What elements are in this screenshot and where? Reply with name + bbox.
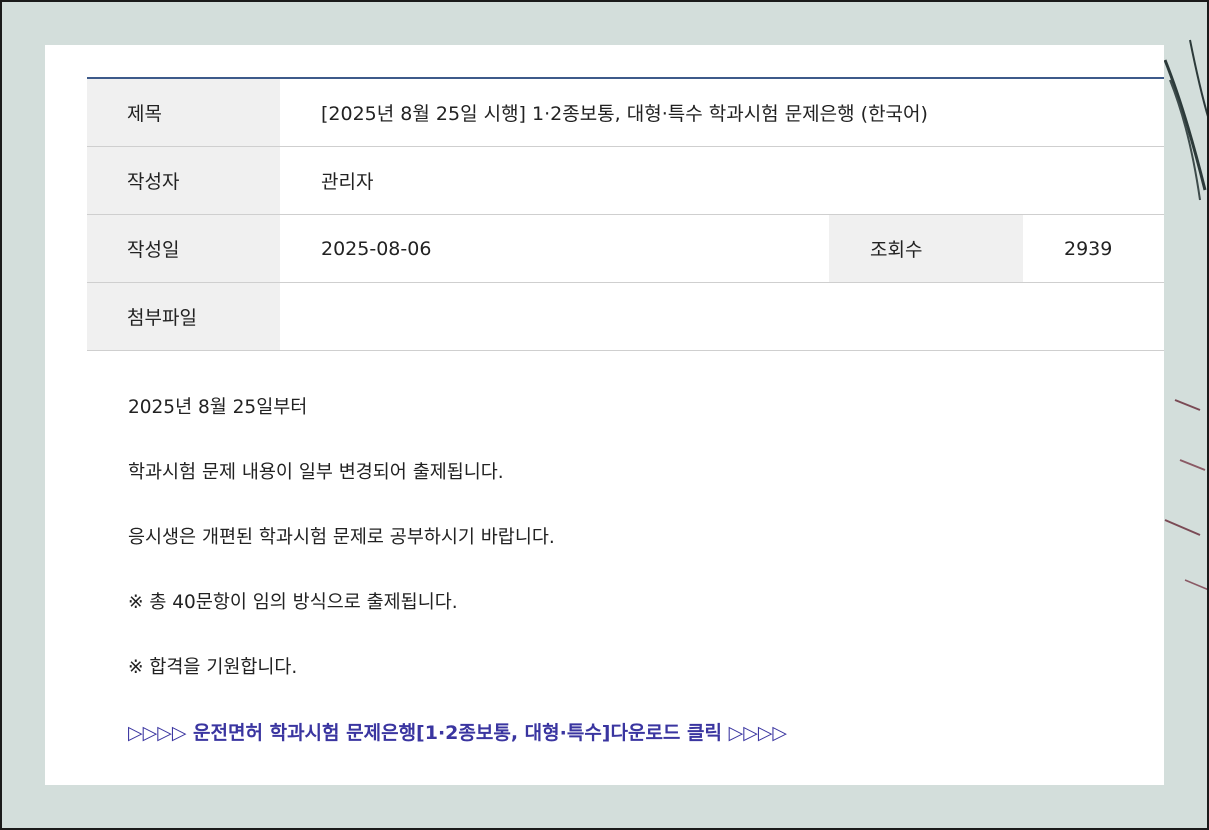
author-label: 작성자 xyxy=(87,146,280,215)
post-author: 관리자 xyxy=(280,146,1164,215)
date-row: 작성일 2025-08-06 조회수 2939 xyxy=(87,214,1164,283)
download-link[interactable]: ▷▷▷▷ 운전면허 학과시험 문제은행[1·2종보통, 대형·특수]다운로드 클… xyxy=(128,722,787,744)
post-info-table: 제목 [2025년 8월 25일 시행] 1·2종보통, 대형·특수 학과시험 … xyxy=(87,77,1164,351)
post-date: 2025-08-06 xyxy=(280,214,829,283)
post-view-panel: 제목 [2025년 8월 25일 시행] 1·2종보통, 대형·특수 학과시험 … xyxy=(45,45,1164,785)
title-row: 제목 [2025년 8월 25일 시행] 1·2종보통, 대형·특수 학과시험 … xyxy=(87,78,1164,147)
attachment-row: 첨부파일 xyxy=(87,282,1164,351)
views-label: 조회수 xyxy=(829,214,1023,283)
body-line: 응시생은 개편된 학과시험 문제로 공부하시기 바랍니다. xyxy=(128,527,555,548)
attachment-value xyxy=(280,282,1164,351)
background-decoration xyxy=(1163,39,1209,591)
body-line: 학과시험 문제 내용이 일부 변경되어 출제됩니다. xyxy=(128,462,504,483)
attachment-label: 첨부파일 xyxy=(87,282,280,351)
body-line: ※ 총 40문항이 임의 방식으로 출제됩니다. xyxy=(128,592,458,613)
body-line: 2025년 8월 25일부터 xyxy=(128,397,308,418)
date-label: 작성일 xyxy=(87,214,280,283)
body-line: ※ 합격을 기원합니다. xyxy=(128,657,298,678)
post-title: [2025년 8월 25일 시행] 1·2종보통, 대형·특수 학과시험 문제은… xyxy=(280,78,1164,147)
post-body: 2025년 8월 25일부터 학과시험 문제 내용이 일부 변경되어 출제됩니다… xyxy=(128,393,787,783)
view-count: 2939 xyxy=(1023,214,1164,283)
title-label: 제목 xyxy=(87,78,280,147)
author-row: 작성자 관리자 xyxy=(87,146,1164,215)
